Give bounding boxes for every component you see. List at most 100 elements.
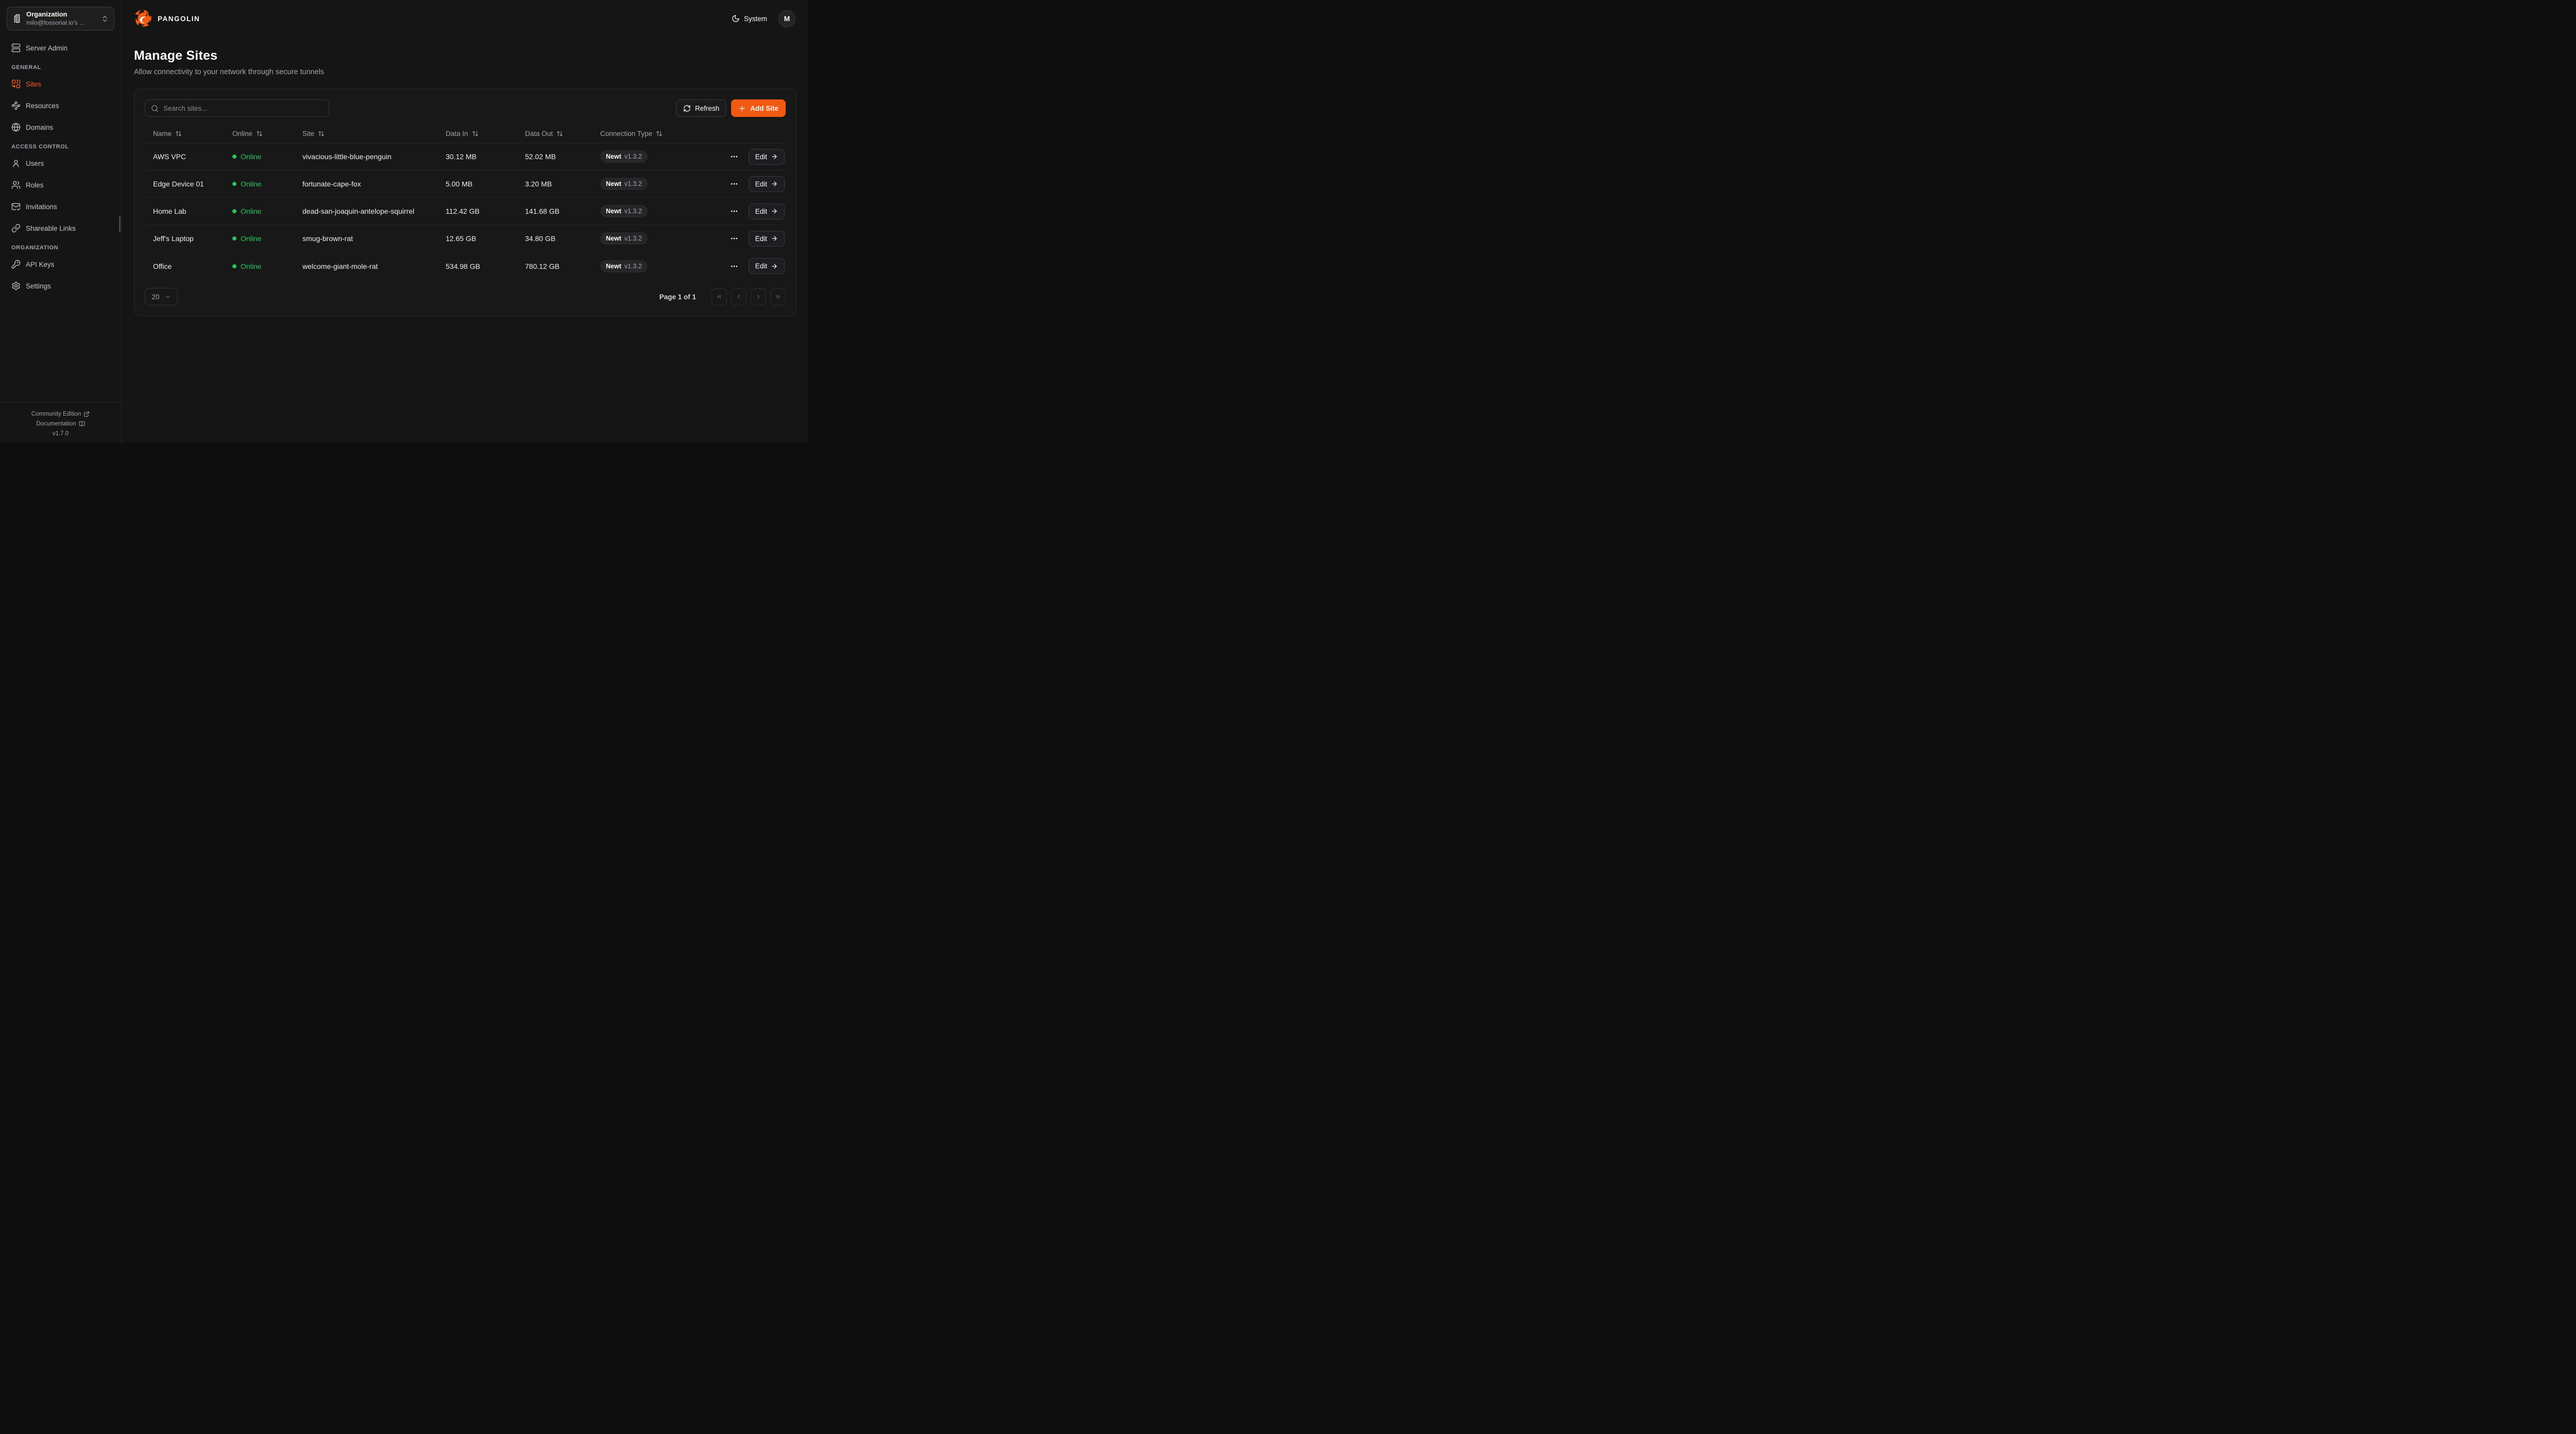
column-header-site[interactable]: Site (294, 130, 437, 138)
site-name-cell: Office (145, 262, 224, 270)
documentation-label: Documentation (36, 421, 76, 427)
sort-icon (656, 130, 663, 137)
pangolin-logo-icon (134, 9, 154, 28)
sidebar-item-label: Invitations (26, 203, 57, 211)
sidebar-item-settings[interactable]: Settings (7, 278, 114, 294)
theme-toggle[interactable]: System (732, 14, 767, 23)
first-page-button[interactable] (711, 288, 727, 305)
data-out-cell: 34.80 GB (517, 234, 592, 243)
column-header-data-in[interactable]: Data In (437, 130, 517, 138)
row-menu-button[interactable] (728, 150, 740, 163)
ellipsis-icon (730, 207, 738, 215)
sites-table: Name Online Site Data In (145, 124, 786, 280)
connection-version: v1.3.2 (624, 180, 642, 187)
online-status-cell: Online (224, 207, 294, 215)
chevrons-up-down-icon (101, 15, 109, 23)
search-input[interactable] (163, 105, 323, 112)
sidebar-item-roles[interactable]: Roles (7, 177, 114, 193)
page-header: Manage Sites Allow connectivity to your … (122, 37, 808, 76)
site-name-cell: Jeff's Laptop (145, 234, 224, 243)
card-toolbar: Refresh Add Site (145, 99, 786, 117)
data-in-cell: 112.42 GB (437, 207, 517, 215)
section-label-organization: ORGANIZATION (11, 245, 114, 251)
column-header-name[interactable]: Name (145, 130, 224, 138)
connection-version: v1.3.2 (624, 263, 642, 270)
page-title: Manage Sites (134, 48, 795, 63)
arrow-right-icon (771, 208, 778, 215)
sidebar-item-label: Roles (26, 181, 44, 189)
sidebar-item-users[interactable]: Users (7, 155, 114, 172)
sort-icon (175, 130, 182, 137)
column-header-data-out[interactable]: Data Out (517, 130, 592, 138)
documentation-link[interactable]: Documentation (0, 421, 121, 427)
avatar[interactable]: M (778, 10, 795, 27)
online-status-dot (232, 155, 236, 159)
app-window: Organization milo@fossorial.io's ... Ser… (0, 0, 808, 443)
connection-type-cell: Newt v1.3.2 (592, 232, 719, 245)
online-status-cell: Online (224, 262, 294, 270)
sidebar-item-label: Server Admin (26, 44, 67, 52)
column-header-online[interactable]: Online (224, 130, 294, 138)
sidebar-item-resources[interactable]: Resources (7, 97, 114, 114)
last-page-button[interactable] (770, 288, 786, 305)
waypoints-icon (11, 101, 21, 110)
connection-type-badge: Newt v1.3.2 (600, 178, 648, 190)
data-out-cell: 780.12 GB (517, 262, 592, 270)
edit-label: Edit (755, 180, 767, 188)
org-selector[interactable]: Organization milo@fossorial.io's ... (7, 7, 114, 30)
sidebar-scrollbar-thumb[interactable] (119, 216, 121, 232)
row-menu-button[interactable] (728, 260, 740, 272)
main-area: PANGOLIN System M Manage Sites Allow con… (122, 0, 808, 443)
connection-type-badge: Newt v1.3.2 (600, 205, 648, 217)
edit-button[interactable]: Edit (749, 149, 785, 165)
sidebar-item-api-keys[interactable]: API Keys (7, 256, 114, 272)
edit-button[interactable]: Edit (749, 176, 785, 192)
connection-version: v1.3.2 (624, 235, 642, 242)
community-edition-link[interactable]: Community Edition (0, 411, 121, 417)
connection-name: Newt (606, 208, 621, 215)
sidebar-item-invitations[interactable]: Invitations (7, 198, 114, 215)
sidebar-item-domains[interactable]: Domains (7, 119, 114, 135)
row-menu-button[interactable] (728, 205, 740, 217)
page-size-value: 20 (151, 293, 159, 301)
refresh-button[interactable]: Refresh (676, 99, 726, 117)
page-size-select[interactable]: 20 (145, 288, 178, 305)
key-icon (11, 260, 21, 269)
sort-icon (472, 130, 479, 137)
online-status-label: Online (241, 207, 261, 215)
sidebar-item-sites[interactable]: Sites (7, 76, 114, 92)
previous-page-button[interactable] (731, 288, 747, 305)
row-menu-button[interactable] (728, 232, 740, 245)
sidebar-item-shareable-links[interactable]: Shareable Links (7, 220, 114, 236)
search-icon (151, 105, 159, 112)
edit-button[interactable]: Edit (749, 258, 785, 274)
table-row: Home Lab Online dead-san-joaquin-antelop… (145, 198, 786, 225)
tunnel-name-cell: dead-san-joaquin-antelope-squirrel (294, 207, 437, 215)
add-site-button[interactable]: Add Site (731, 99, 786, 117)
search-box (145, 99, 329, 117)
row-actions: Edit (719, 258, 786, 274)
online-status-label: Online (241, 180, 261, 188)
tunnel-name-cell: welcome-giant-mole-rat (294, 262, 437, 270)
row-menu-button[interactable] (728, 178, 740, 190)
connection-type-cell: Newt v1.3.2 (592, 260, 719, 272)
online-status-dot (232, 264, 236, 268)
topbar: PANGOLIN System M (122, 0, 808, 37)
edit-button[interactable]: Edit (749, 203, 785, 219)
card-footer: 20 Page 1 of 1 (145, 288, 786, 305)
next-page-button[interactable] (751, 288, 766, 305)
ellipsis-icon (730, 234, 738, 243)
arrow-right-icon (771, 235, 778, 242)
data-in-cell: 5.00 MB (437, 180, 517, 188)
arrow-right-icon (771, 153, 778, 160)
moon-icon (732, 14, 740, 23)
tunnel-name-cell: vivacious-little-blue-penguin (294, 152, 437, 161)
table-row: AWS VPC Online vivacious-little-blue-pen… (145, 143, 786, 170)
sidebar-item-server-admin[interactable]: Server Admin (7, 40, 114, 56)
tunnel-name-cell: smug-brown-rat (294, 234, 437, 243)
column-header-connection-type[interactable]: Connection Type (592, 130, 719, 138)
data-in-cell: 12.65 GB (437, 234, 517, 243)
table-row: Jeff's Laptop Online smug-brown-rat 12.6… (145, 225, 786, 252)
edit-button[interactable]: Edit (749, 231, 785, 247)
sidebar-nav: Server Admin GENERAL Sites Resources Dom (0, 30, 121, 402)
